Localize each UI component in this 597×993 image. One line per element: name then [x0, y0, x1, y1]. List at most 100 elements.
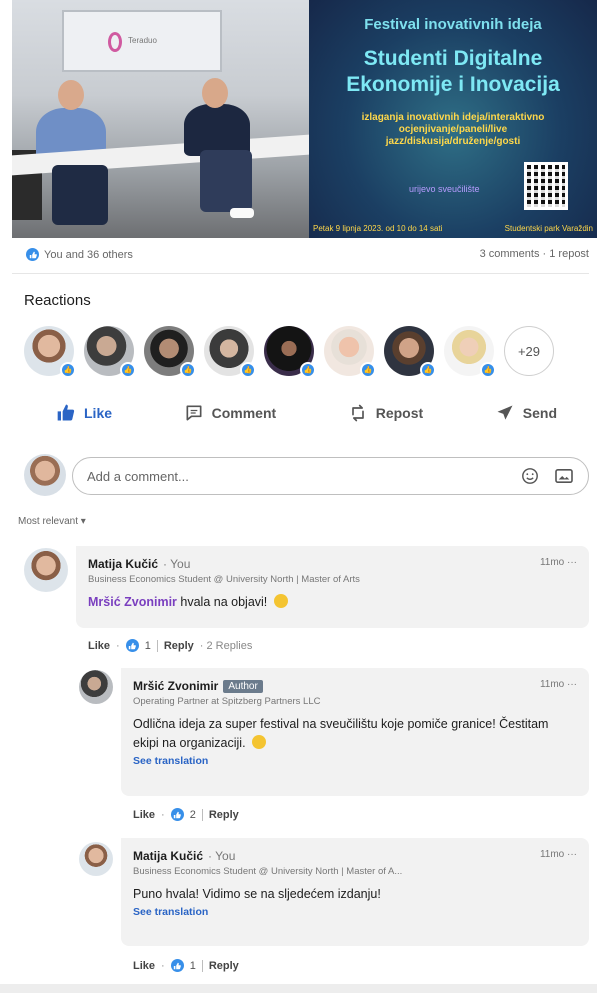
emoji-icon[interactable]	[520, 466, 540, 486]
comment-body: hvala na objavi!	[180, 595, 268, 609]
comment-text: Mršić Zvonimir hvala na objavi!	[88, 593, 577, 612]
comment-actions: Like · 1 Reply	[133, 959, 239, 972]
clap-emoji-icon	[252, 735, 267, 749]
author-badge: Author	[223, 679, 263, 693]
sort-dropdown[interactable]: Most relevant ▾	[18, 516, 86, 527]
person-right-legs	[200, 150, 252, 212]
replies-count[interactable]: · 2 Replies	[200, 640, 253, 652]
comment-like-button[interactable]: Like	[133, 809, 155, 821]
commenter-headline: Business Economics Student @ University …	[88, 574, 360, 585]
separator-dot: ·	[161, 808, 165, 821]
screen-label: Teraduo	[128, 36, 157, 45]
avatar[interactable]: 👍	[204, 326, 256, 378]
avatar[interactable]: 👍	[324, 326, 376, 378]
reply-button[interactable]: Reply	[209, 960, 239, 972]
like-reaction-icon	[26, 248, 39, 261]
commenter-name[interactable]: Mršić Zvonimir	[133, 679, 218, 693]
like-badge-icon: 👍	[360, 362, 376, 378]
projector-screen: Teraduo	[62, 10, 222, 72]
divider	[201, 808, 203, 821]
commenter-name[interactable]: Matija Kučić	[88, 557, 158, 571]
poster-festival-line: Festival inovativnih ideja	[364, 16, 542, 33]
reply-button[interactable]: Reply	[209, 809, 239, 821]
comment-body: Puno hvala! Vidimo se na sljedećem izdan…	[133, 887, 381, 901]
like-badge-icon: 👍	[420, 362, 436, 378]
poster-title-line2: Ekonomije i Inovacija	[346, 73, 560, 96]
comment-header: Matija Kučić · You	[133, 849, 577, 863]
commenter-headline: Business Economics Student @ University …	[133, 866, 403, 877]
see-translation-link[interactable]: See translation	[133, 755, 577, 767]
post-action-bar: Like Comment Repost Send	[56, 403, 557, 423]
comment-body: Odlična ideja za super festival na sveuč…	[133, 717, 549, 750]
event-photo: Teraduo	[12, 0, 309, 238]
post-image[interactable]: Teraduo Festival inovativnih ideja Stude…	[12, 0, 597, 238]
commenter-avatar[interactable]	[79, 842, 113, 876]
smile-emoji-icon	[273, 594, 288, 608]
reply-bubble: Mršić Zvonimir Author Operating Partner …	[121, 668, 589, 796]
commenter-name[interactable]: Matija Kučić	[133, 849, 203, 863]
more-options-icon[interactable]: ···	[567, 849, 577, 860]
send-button[interactable]: Send	[495, 403, 557, 423]
comment-button[interactable]: Comment	[184, 403, 276, 423]
time-label: 11mo	[539, 849, 565, 860]
person-right	[184, 104, 250, 156]
avatar[interactable]: 👍	[84, 326, 136, 378]
avatar[interactable]: 👍	[384, 326, 436, 378]
like-reaction-icon	[170, 808, 184, 821]
avatar[interactable]: 👍	[144, 326, 196, 378]
comment-time: 11mo ···	[540, 679, 577, 690]
time-label: 11mo	[539, 679, 565, 690]
image-icon[interactable]	[554, 466, 574, 486]
see-translation-link[interactable]: See translation	[133, 906, 577, 918]
commenter-avatar[interactable]	[79, 670, 113, 704]
divider	[12, 273, 589, 274]
you-label: · You	[163, 557, 191, 571]
divider	[201, 959, 203, 972]
reaction-summary-text: You and 36 others	[44, 248, 133, 261]
more-reactors-button[interactable]: +29	[504, 326, 554, 376]
reply-button[interactable]: Reply	[164, 640, 194, 652]
thumbs-up-icon	[57, 404, 75, 421]
comment-header: Matija Kučić · You	[88, 557, 577, 571]
more-options-icon[interactable]: ···	[567, 557, 577, 568]
like-badge-icon: 👍	[300, 362, 316, 378]
like-count[interactable]: 1	[145, 640, 151, 652]
poster-title-line1: Studenti Digitalne	[363, 47, 543, 70]
more-options-icon[interactable]: ···	[567, 679, 577, 690]
current-user-avatar[interactable]	[24, 454, 66, 496]
commenter-headline: Operating Partner at Spitzberg Partners …	[133, 696, 321, 707]
poster-small-text: urijevo sveučilište	[409, 184, 480, 194]
poster-footer-left: Petak 9 lipnja 2023. od 10 do 14 sati	[313, 224, 443, 233]
commenter-avatar[interactable]	[24, 548, 68, 592]
separator-dot: ·	[161, 959, 165, 972]
send-icon	[497, 405, 513, 420]
like-badge-icon: 👍	[240, 362, 256, 378]
like-button[interactable]: Like	[56, 403, 112, 423]
time-label: 11mo	[539, 557, 565, 568]
comment-time: 11mo ···	[540, 849, 577, 860]
comment-icon	[186, 405, 202, 421]
like-count[interactable]: 1	[190, 960, 196, 972]
logo-icon	[108, 32, 122, 52]
poster-description: izlaganja inovativnih ideja/interaktivno…	[361, 112, 545, 147]
you-label: · You	[208, 849, 236, 863]
avatar[interactable]: 👍	[264, 326, 316, 378]
mention-link[interactable]: Mršić Zvonimir	[88, 595, 177, 609]
comment-actions: Like · 1 Reply · 2 Replies	[88, 639, 252, 652]
comments-reposts-count[interactable]: 3 comments · 1 repost	[480, 248, 589, 261]
reaction-summary[interactable]: You and 36 others	[26, 248, 133, 261]
comment-like-button[interactable]: Like	[88, 640, 110, 652]
poster-footer: Petak 9 lipnja 2023. od 10 do 14 sati St…	[313, 224, 593, 233]
comment-input[interactable]	[87, 468, 506, 484]
repost-button[interactable]: Repost	[348, 403, 423, 423]
avatar[interactable]: 👍	[444, 326, 496, 378]
poster-title: Studenti Digitalne Ekonomije i Inovacija	[309, 46, 597, 98]
comment-like-button[interactable]: Like	[133, 960, 155, 972]
comment-actions: Like · 2 Reply	[133, 808, 239, 821]
comment-input-box[interactable]	[72, 457, 589, 495]
comment-time: 11mo ···	[540, 557, 577, 568]
avatar[interactable]: 👍	[24, 326, 76, 378]
like-badge-icon: 👍	[180, 362, 196, 378]
like-count[interactable]: 2	[190, 809, 196, 821]
repost-icon	[351, 404, 364, 422]
